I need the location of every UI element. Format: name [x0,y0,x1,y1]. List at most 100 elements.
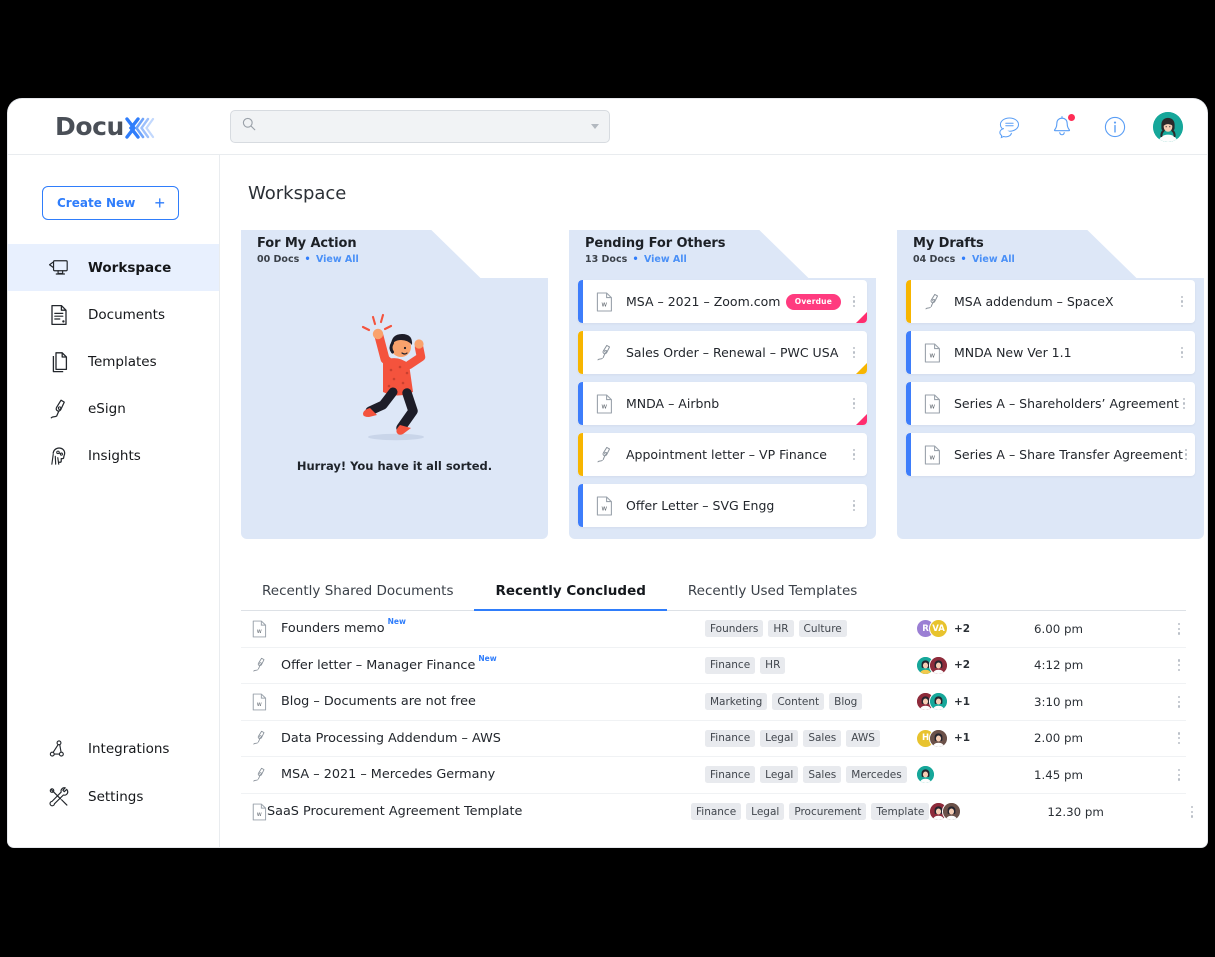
tab-recently-used-templates[interactable]: Recently Used Templates [667,573,878,610]
tag[interactable]: Legal [760,766,799,784]
more-options-icon[interactable] [1146,655,1186,675]
app-logo[interactable]: Docu [8,99,220,155]
tag[interactable]: Content [772,693,825,711]
avatar-overflow-count: +2 [954,622,971,635]
doc-row[interactable]: w Offer Letter – SVG Engg [578,484,867,527]
more-options-icon[interactable] [847,445,861,465]
doc-name: Blog – Documents are not free [281,694,476,710]
insights-icon [48,445,70,467]
tag[interactable]: Finance [691,803,742,821]
sidebar-item-insights[interactable]: Insights [8,432,219,479]
tag[interactable]: Marketing [705,693,768,711]
sidebar-item-workspace[interactable]: Workspace [8,244,219,291]
doc-name: MSA – 2021 – Mercedes Germany [281,767,496,783]
sidebar-item-documents[interactable]: Documents [8,291,219,338]
tag[interactable]: Culture [798,620,847,638]
doc-name: MSA – 2021 – Zoom.com [626,294,781,309]
more-options-icon[interactable] [1146,728,1186,748]
logo-x-icon [125,115,159,139]
tag[interactable]: HR [768,620,794,638]
card-header: For My Action 00 Docs • View All [241,230,548,278]
bell-icon[interactable] [1047,112,1077,142]
doc-row[interactable]: w MNDA New Ver 1.1 [906,331,1195,374]
card-pending-for-others: Pending For Others 13 Docs • View All w [569,230,876,539]
tag[interactable]: Sales [803,766,842,784]
more-options-icon[interactable] [1146,765,1186,785]
tag[interactable]: Procurement [789,803,867,821]
tag[interactable]: Legal [760,729,799,747]
info-icon[interactable] [1100,112,1130,142]
tag[interactable]: Finance [705,729,756,747]
more-options-icon[interactable] [847,343,861,363]
avatar[interactable] [929,655,948,675]
view-all-link[interactable]: View All [972,254,1015,265]
view-all-link[interactable]: View All [644,254,687,265]
more-options-icon[interactable] [1179,394,1189,414]
doc-row[interactable]: Appointment letter – VP Finance [578,433,867,476]
tags-cell: Finance Legal Sales AWS [705,729,916,747]
new-badge: New [478,653,497,663]
table-row[interactable]: w Blog – Documents are not free Marketin… [241,684,1186,721]
table-row[interactable]: Data Processing Addendum – AWS Finance L… [241,721,1186,757]
tab-recently-shared-documents[interactable]: Recently Shared Documents [241,573,474,610]
doc-row[interactable]: w MNDA – Airbnb [578,382,867,425]
doc-row[interactable]: w MSA – 2021 – Zoom.com Overdue [578,280,867,323]
celebration-illustration [361,313,425,441]
doc-row[interactable]: MSA addendum – SpaceX [906,280,1195,323]
sidebar-item-settings[interactable]: Settings [8,773,219,821]
table-row[interactable]: Offer letter – Manager Finance New Finan… [241,648,1186,684]
table-row[interactable]: w SaaS Procurement Agreement Template Fi… [241,794,1194,831]
card-count: 13 Docs [585,254,628,265]
more-options-icon[interactable] [1146,619,1186,639]
tag[interactable]: Legal [746,803,785,821]
sidebar-item-label: Insights [88,447,141,464]
doc-name: MNDA – Airbnb [626,396,720,411]
avatar[interactable] [942,802,962,822]
more-options-icon[interactable] [847,394,861,414]
chevron-down-icon[interactable] [591,124,599,129]
tag[interactable]: AWS [846,729,880,747]
sidebar-item-esign[interactable]: eSign [8,385,219,432]
doc-row[interactable]: Sales Order – Renewal – PWC USA [578,331,867,374]
sidebar-item-templates[interactable]: Templates [8,338,219,385]
sidebar-item-label: Templates [88,353,157,370]
avatar[interactable] [929,728,948,748]
empty-state: Hurray! You have it all sorted. [250,278,539,508]
avatar[interactable] [929,692,948,712]
doc-row[interactable]: w Series A – Share Transfer Agreement [906,433,1195,476]
table-row[interactable]: w Founders memo New Founders HR Culture … [241,611,1186,648]
tab-recently-concluded[interactable]: Recently Concluded [474,573,668,611]
card-title: My Drafts [913,236,984,251]
table-row[interactable]: MSA – 2021 – Mercedes Germany Finance Le… [241,757,1186,794]
more-options-icon[interactable] [847,292,861,312]
tag[interactable]: Sales [803,729,842,747]
avatar[interactable]: VA [929,619,948,639]
avatar[interactable] [916,765,935,785]
tag[interactable]: Finance [705,766,756,784]
tag[interactable]: Template [871,803,930,821]
doc-row[interactable]: w Series A – Shareholders’ Agreement [906,382,1195,425]
tag[interactable]: Finance [705,656,756,674]
tag[interactable]: Mercedes [846,766,907,784]
card-sub-separator: • [304,254,311,265]
more-options-icon[interactable] [1175,343,1189,363]
avatar[interactable] [1153,111,1183,142]
more-options-icon[interactable] [1175,292,1189,312]
search-input[interactable] [264,111,591,142]
more-options-icon[interactable] [1146,692,1186,712]
svg-text:w: w [257,628,262,635]
more-options-icon[interactable] [1183,445,1189,465]
main-content: Workspace For My Action 00 Docs • View A… [220,155,1207,847]
card-title: Pending For Others [585,236,726,251]
chat-icon[interactable] [994,112,1024,142]
tag[interactable]: Founders [705,620,764,638]
view-all-link[interactable]: View All [316,254,359,265]
tag[interactable]: HR [760,656,786,674]
create-new-button[interactable]: Create New + [42,186,179,220]
sidebar-item-integrations[interactable]: Integrations [8,725,219,773]
svg-text:w: w [257,701,262,708]
search-bar[interactable] [230,110,610,143]
tag[interactable]: Blog [829,693,863,711]
more-options-icon[interactable] [847,496,861,516]
more-options-icon[interactable] [1159,802,1199,822]
